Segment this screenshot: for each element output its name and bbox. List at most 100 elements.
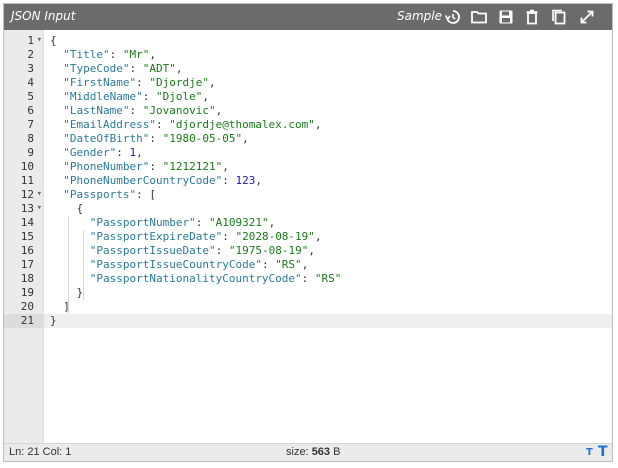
code-line-text: "Gender": 1, <box>63 146 143 159</box>
code-line: ] <box>44 300 612 314</box>
line-number-label: 1 <box>27 34 34 47</box>
code-line-text: "PhoneNumber": "1212121", <box>63 160 229 173</box>
code-line-text: "PassportNumber": "A109321", <box>89 216 276 229</box>
line-number-label: 7 <box>27 118 34 131</box>
cursor-position: Ln: 21 Col: 1 <box>9 446 72 458</box>
increase-text-size-button[interactable]: T <box>598 444 608 460</box>
code-line: "EmailAddress": "djordje@thomalex.com", <box>44 118 612 132</box>
code-line: "PassportIssueCountryCode": "RS", <box>44 258 612 272</box>
code-line: "TypeCode": "ADT", <box>44 62 612 76</box>
size-value: 563 <box>311 446 331 458</box>
code-line: "PassportIssueDate": "1975-08-19", <box>44 244 612 258</box>
code-line-text: "DateOfBirth": "1980-05-05", <box>63 132 249 145</box>
line-number: 21 <box>4 314 44 328</box>
code-line-text: "LastName": "Jovanovic", <box>63 104 223 117</box>
line-number: 16 <box>4 244 44 258</box>
code-line: { <box>44 34 612 48</box>
line-number-label: 11 <box>20 174 34 187</box>
code-line: "FirstName": "Djordje", <box>44 76 612 90</box>
line-number-label: 19 <box>20 286 34 299</box>
json-input-panel: JSON Input Sample 1 ▾ 2 3 4 5 6 7 8 9 10 11 12 ▾ 13 ▾ 14… <box>3 3 613 462</box>
line-number: 9 <box>4 146 44 160</box>
code-line-text: "PhoneNumberCountryCode": 123, <box>63 174 262 187</box>
decrease-text-size-button[interactable]: T <box>586 447 593 458</box>
code-line: "LastName": "Jovanovic", <box>44 104 612 118</box>
toolbar: JSON Input Sample <box>4 4 612 30</box>
code-line: "PhoneNumberCountryCode": 123, <box>44 174 612 188</box>
line-number-label: 8 <box>27 132 34 145</box>
line-number: 11 <box>4 174 44 188</box>
line-number-label: 16 <box>20 244 34 257</box>
code-line: "PassportNumber": "A109321", <box>44 216 612 230</box>
sample-button[interactable]: Sample <box>397 9 442 23</box>
fold-toggle-icon[interactable]: ▾ <box>37 187 42 201</box>
code-line: "PassportExpireDate": "2028-08-19", <box>44 230 612 244</box>
code-line-text: } <box>50 314 57 327</box>
code-line-text: "PassportIssueCountryCode": "RS", <box>89 258 309 271</box>
code-line: "Passports": [ <box>44 188 612 202</box>
line-number: 12 ▾ <box>4 188 44 202</box>
line-number: 2 <box>4 48 44 62</box>
line-number: 7 <box>4 118 44 132</box>
status-bar: Ln: 21 Col: 1 size: 563 B T T <box>4 443 612 461</box>
line-number: 20 <box>4 300 44 314</box>
line-number-label: 20 <box>20 300 34 313</box>
line-number: 4 <box>4 76 44 90</box>
code-line-text: "FirstName": "Djordje", <box>63 76 216 89</box>
code-line: "PassportNationalityCountryCode": "RS" <box>44 272 612 286</box>
code-line: "DateOfBirth": "1980-05-05", <box>44 132 612 146</box>
line-number-label: 10 <box>20 160 34 173</box>
line-number-label: 21 <box>20 314 34 327</box>
line-number-label: 14 <box>20 216 34 229</box>
save-icon[interactable] <box>497 8 515 26</box>
code-line-text: "Title": "Mr", <box>63 48 156 61</box>
code-line: "PhoneNumber": "1212121", <box>44 160 612 174</box>
code-line-text: { <box>76 202 84 215</box>
line-number: 6 <box>4 104 44 118</box>
code-line: "Gender": 1, <box>44 146 612 160</box>
code-line-text: { <box>50 34 57 47</box>
line-number: 15 <box>4 230 44 244</box>
size-label: size: <box>286 446 312 458</box>
line-number: 19 <box>4 286 44 300</box>
folder-icon[interactable] <box>470 8 488 26</box>
line-number-label: 3 <box>27 62 34 75</box>
trash-icon[interactable] <box>523 8 541 26</box>
line-number-label: 6 <box>27 104 34 117</box>
line-number-label: 9 <box>27 146 34 159</box>
code-line: } <box>44 286 612 300</box>
code-line-text: "PassportNationalityCountryCode": "RS" <box>89 272 342 285</box>
line-number-label: 13 <box>20 202 34 215</box>
expand-icon[interactable] <box>578 8 596 26</box>
line-number-label: 17 <box>20 258 34 271</box>
code-line-text: "TypeCode": "ADT", <box>63 62 183 75</box>
line-number: 3 <box>4 62 44 76</box>
panel-title: JSON Input <box>11 9 76 23</box>
line-number-label: 5 <box>27 90 34 103</box>
line-number-label: 12 <box>20 188 34 201</box>
line-number: 10 <box>4 160 44 174</box>
line-number-label: 2 <box>27 48 34 61</box>
code-line-text: } <box>76 286 84 299</box>
line-number: 1 ▾ <box>4 34 44 48</box>
history-icon[interactable] <box>444 8 462 26</box>
code-line-text: "PassportIssueDate": "1975-08-19", <box>89 244 315 257</box>
document-size: size: 563 B <box>286 446 340 458</box>
copy-icon[interactable] <box>550 8 568 26</box>
line-number-label: 15 <box>20 230 34 243</box>
line-number-label: 4 <box>27 76 34 89</box>
json-code-editor[interactable]: { "Title": "Mr", "TypeCode": "ADT", "Fir… <box>44 30 612 445</box>
line-number: 18 <box>4 272 44 286</box>
code-line: } <box>44 314 612 328</box>
fold-toggle-icon[interactable]: ▾ <box>37 201 42 215</box>
line-number: 13 ▾ <box>4 202 44 216</box>
size-unit: B <box>330 446 341 458</box>
code-line-text: "PassportExpireDate": "2028-08-19", <box>89 230 322 243</box>
code-line-text: ] <box>63 300 70 313</box>
code-line: "Title": "Mr", <box>44 48 612 62</box>
code-line-text: "EmailAddress": "djordje@thomalex.com", <box>63 118 322 131</box>
line-number: 8 <box>4 132 44 146</box>
fold-toggle-icon[interactable]: ▾ <box>37 33 42 47</box>
code-line: { <box>44 202 612 216</box>
line-number: 14 <box>4 216 44 230</box>
